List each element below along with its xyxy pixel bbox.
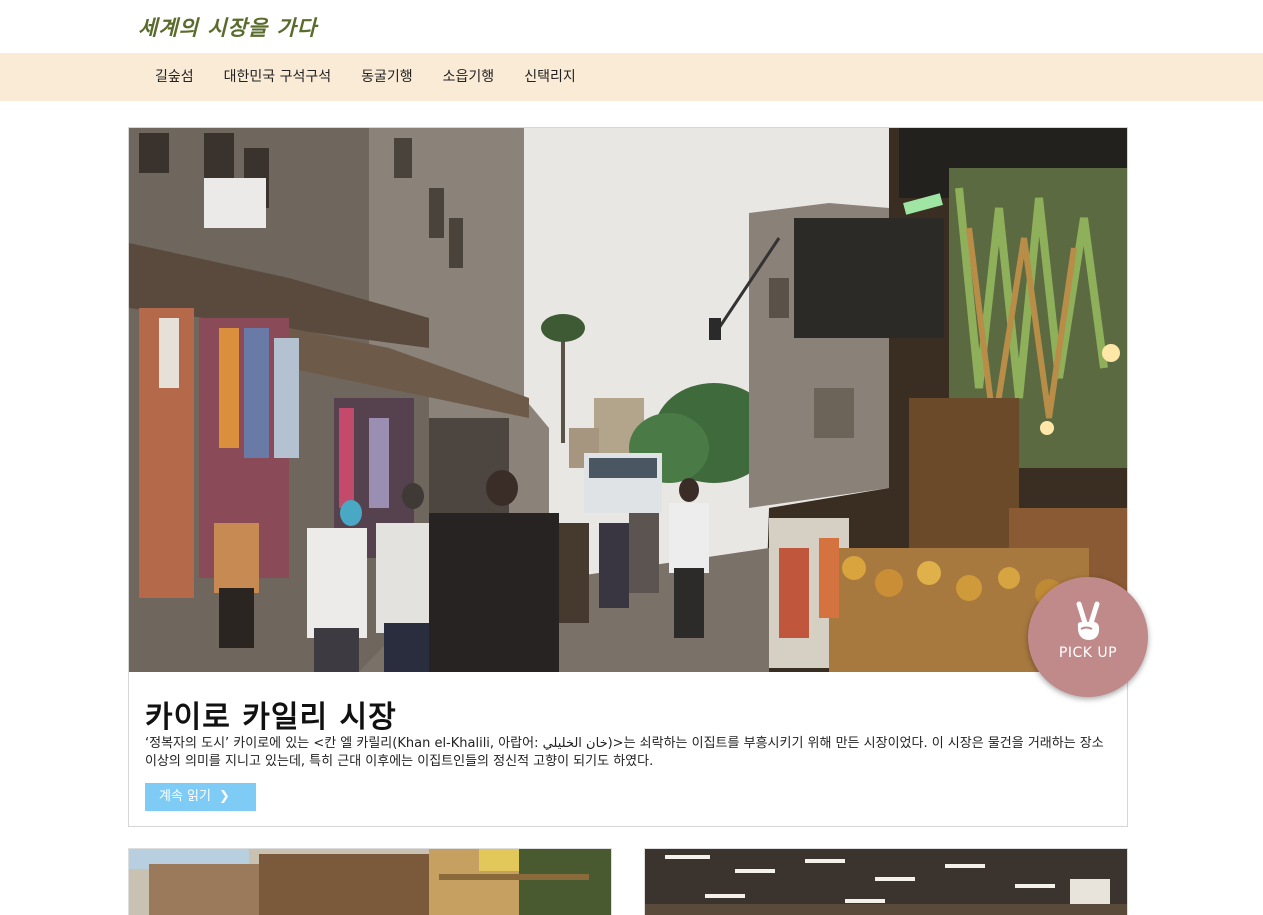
site-header: 세계의 시장을 가다 (0, 0, 1263, 53)
nav-item-korea-corners[interactable]: 대한민국 구석구석 (209, 53, 347, 101)
read-more-label: 계속 읽기 (159, 789, 211, 804)
main-nav: 길숲섬 대한민국 구석구석 동굴기행 소읍기행 신택리지 (0, 53, 1263, 101)
article-card-2-photo (129, 849, 611, 915)
nav-item-gilsupseom[interactable]: 길숲섬 (140, 53, 209, 101)
article-card-3-photo (645, 849, 1127, 915)
article-card-3[interactable] (644, 848, 1128, 915)
chevron-right-icon: ❯ (218, 789, 230, 804)
nav-list: 길숲섬 대한민국 구석구석 동굴기행 소읍기행 신택리지 (140, 53, 591, 101)
article-card-2[interactable] (128, 848, 612, 915)
pick-up-label: PICK UP (1058, 645, 1118, 661)
featured-article-summary: ‘정복자의 도시’ 카이로에 있는 <칸 엘 카릴리(Khan el-Khali… (145, 736, 1104, 769)
victory-hand-icon (1076, 601, 1100, 640)
read-more-button[interactable]: 계속 읽기 ❯ (145, 783, 256, 811)
nav-item-cave-travel[interactable]: 동굴기행 (346, 53, 428, 101)
pick-up-badge[interactable]: PICK UP (1028, 577, 1148, 697)
featured-article-title[interactable]: 카이로 카일리 시장 (145, 692, 397, 736)
featured-market-photo[interactable] (129, 128, 1127, 672)
site-logo[interactable]: 세계의 시장을 가다 (138, 12, 317, 42)
featured-article-card: 카이로 카일리 시장 ‘정복자의 도시’ 카이로에 있는 <칸 엘 카릴리(Kh… (128, 127, 1128, 827)
nav-item-new-taekriji[interactable]: 신택리지 (509, 53, 591, 101)
nav-item-small-town-travel[interactable]: 소읍기행 (428, 53, 510, 101)
